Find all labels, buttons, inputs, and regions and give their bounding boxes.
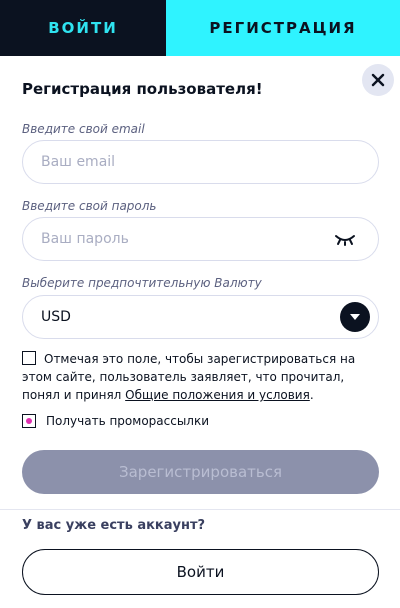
promo-label: Получать промо­рассылки (46, 414, 210, 428)
checkbox-dot-icon (26, 418, 32, 424)
auth-tabs: ВОЙТИ РЕГИСТРАЦИЯ (0, 0, 400, 56)
tab-login[interactable]: ВОЙТИ (0, 0, 166, 56)
password-label: Введите свой пароль (22, 199, 157, 213)
currency-label: Выберите предпочтительную Валюту (22, 276, 262, 290)
page-title: Регистрация пользователя! (22, 80, 263, 98)
tab-register[interactable]: РЕГИСТРАЦИЯ (166, 0, 400, 56)
eye-closed-icon[interactable] (334, 232, 356, 246)
divider (0, 509, 400, 510)
terms-checkbox[interactable] (22, 351, 36, 365)
currency-dropdown-button[interactable] (340, 302, 370, 332)
password-input[interactable] (22, 217, 379, 261)
login-button[interactable]: Войти (22, 549, 379, 595)
email-input[interactable] (22, 140, 379, 184)
have-account-text: У вас уже есть аккаунт? (22, 518, 206, 533)
promo-option: Получать промо­рассылки (22, 414, 209, 428)
close-button[interactable] (362, 64, 394, 96)
chevron-down-icon (350, 314, 360, 320)
currency-select[interactable]: USD (22, 295, 379, 339)
currency-value: USD (41, 309, 71, 325)
terms-suffix: . (309, 388, 314, 402)
terms-link[interactable]: Общие положения и условия (125, 388, 310, 402)
register-button[interactable]: Зарегистрироваться (22, 450, 379, 494)
email-label: Введите свой email (22, 122, 145, 136)
terms-agreement: Отмечая это поле, чтобы зарегистрировать… (22, 350, 382, 404)
close-icon (371, 73, 385, 87)
promo-checkbox[interactable] (22, 414, 36, 428)
